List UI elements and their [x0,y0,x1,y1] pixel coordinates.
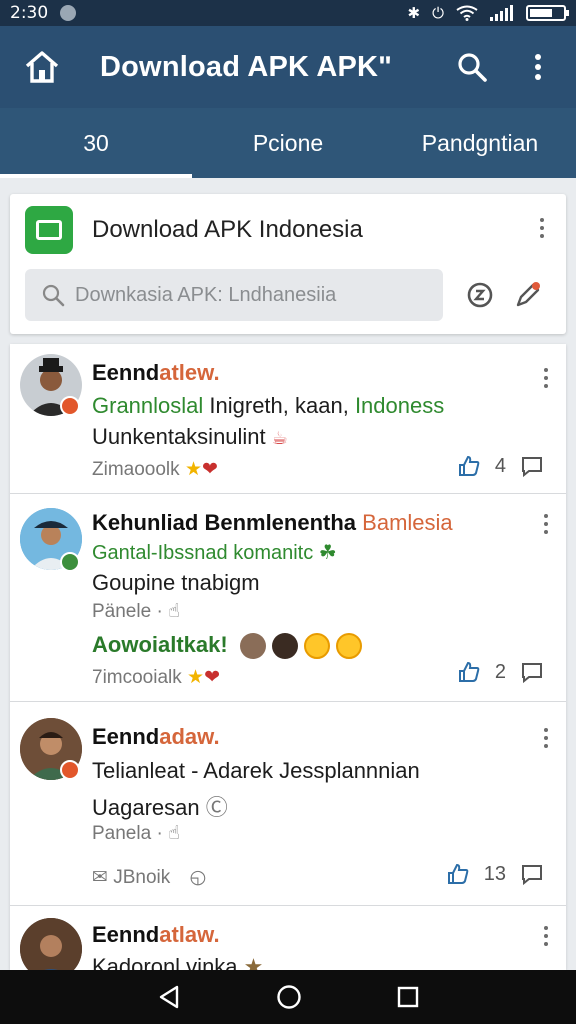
more-vert-icon [535,54,541,80]
avatar[interactable] [20,918,82,970]
post-menu-button[interactable] [536,510,556,538]
comment-icon[interactable] [520,862,544,886]
star-icon: ★ [184,459,202,480]
notification-icon [60,5,77,21]
toolbar-title: Download APK APKʺ [100,50,393,83]
post-actions: 4 [457,454,544,478]
back-icon[interactable] [157,984,181,1010]
thumbs-up-icon[interactable] [446,862,470,886]
post-title: Telianleat - Adarek Jessplannnian [92,758,420,783]
tab-bar: 30 Pcione Pandgntian [0,108,576,178]
like-count: 2 [494,660,506,683]
app-toolbar: Download APK APKʺ [0,26,576,108]
signal-icon [490,5,513,21]
comment-icon[interactable] [520,454,544,478]
chat-bubble-icon: ◵ [189,867,207,888]
post-card: Eenndatlew. Grannloslal Inigreth, kaan, … [10,344,566,494]
post-meta: Zimaooolk ★❤ [92,459,218,480]
post-card: Eenndadaw. Telianleat - Adarek Jessplann… [10,702,566,906]
search-icon [42,284,65,307]
share-icon: ✉ [92,867,108,888]
like-count: 13 [483,862,506,885]
sticker-icon: Ⓒ [205,795,228,820]
post-body: Goupine tnabigm [92,570,260,595]
share-button[interactable]: ✉ JBnoik ◵ [92,866,206,889]
tongue-emoji-icon [336,633,363,660]
reaction-text: Aowoialtkak! [92,632,363,660]
overflow-menu-button[interactable] [520,49,556,85]
post-meta: Pänele · ☝ [92,601,180,622]
battery-icon [526,5,569,21]
system-nav-bar [0,970,576,1024]
app-header-card: Download APK Indonesia [10,194,566,334]
card-title: Download APK Indonesia [92,216,363,243]
post-author[interactable]: Eenndadaw. [92,724,220,750]
comment-icon[interactable] [520,660,544,684]
status-bar: 2:30 ✱ ⏻ [0,0,576,26]
alarm-icon: ⏻ [432,4,444,22]
leaf-icon: ☘ [318,542,337,564]
post-actions: 13 [446,862,544,886]
status-icons: ✱ ⏻ [407,4,569,22]
heart-reaction-icon: ❤ [201,459,218,480]
post-menu-button[interactable] [536,922,556,950]
post-body: Kadoronl vinka ★ [92,954,263,970]
home-circle-icon[interactable] [276,984,302,1010]
tab-30[interactable]: 30 [0,108,192,178]
thumbs-up-icon[interactable] [457,660,481,684]
app-logo-icon [25,206,73,254]
search-icon [458,53,487,82]
post-author[interactable]: Eenndatlew. [92,360,220,386]
star-icon: ★ [187,667,205,688]
hand-icon: ☝ [168,601,180,622]
post-actions: 2 [457,660,544,684]
post-menu-button[interactable] [536,364,556,392]
post-meta: 7imcooialk ★❤ [92,667,221,688]
verified-badge-icon [60,396,80,416]
sticker-icon: ☕ [271,428,288,448]
search-input[interactable] [75,283,435,307]
search-bar [25,269,443,321]
post-card: Eenndatlaw. Kadoronl vinka ★ [10,906,566,970]
hand-icon: ☝ [168,823,180,844]
group-badge-icon [60,552,80,572]
post-author[interactable]: Eenndatlaw. [92,922,220,948]
post-card: Kehunliad Benmlenentha Bamlesia Gantal-I… [10,494,566,702]
pen-icon [516,282,540,307]
sticker-icon [467,282,493,308]
post-body: Uunkentaksinulint ☕ [92,424,288,449]
bluetooth-icon: ✱ [407,5,421,22]
compose-button[interactable] [510,277,546,313]
post-subtitle: Gantal-Ibssnad komanitc ☘ [92,542,337,564]
wifi-icon [456,5,478,21]
heart-reaction-icon: ❤ [204,667,221,688]
tab-pandgntian[interactable]: Pandgntian [384,108,576,178]
laugh-emoji-icon [304,633,331,660]
post-meta: Panela · ☝ [92,823,180,844]
thumbs-up-icon[interactable] [457,454,481,478]
star-icon: ★ [243,954,264,970]
tab-pcione[interactable]: Pcione [192,108,384,178]
post-menu-button[interactable] [536,724,556,752]
reactor-avatar[interactable] [271,633,298,660]
sticker-button[interactable] [462,277,498,313]
like-count: 4 [494,454,506,477]
card-menu-button[interactable] [532,214,552,242]
status-time: 2:30 [10,3,49,23]
verified-badge-icon [60,760,80,780]
search-button[interactable] [454,49,490,85]
post-feed: Eenndatlew. Grannloslal Inigreth, kaan, … [10,344,566,970]
post-body: Uagaresan Ⓒ [92,795,228,820]
reactor-avatar[interactable] [239,633,266,660]
recents-icon[interactable] [397,986,419,1008]
post-subtitle: Grannloslal Inigreth, kaan, Indoness [92,393,445,418]
home-icon [25,51,59,83]
home-button[interactable] [20,45,64,89]
post-author[interactable]: Kehunliad Benmlenentha Bamlesia [92,510,453,536]
